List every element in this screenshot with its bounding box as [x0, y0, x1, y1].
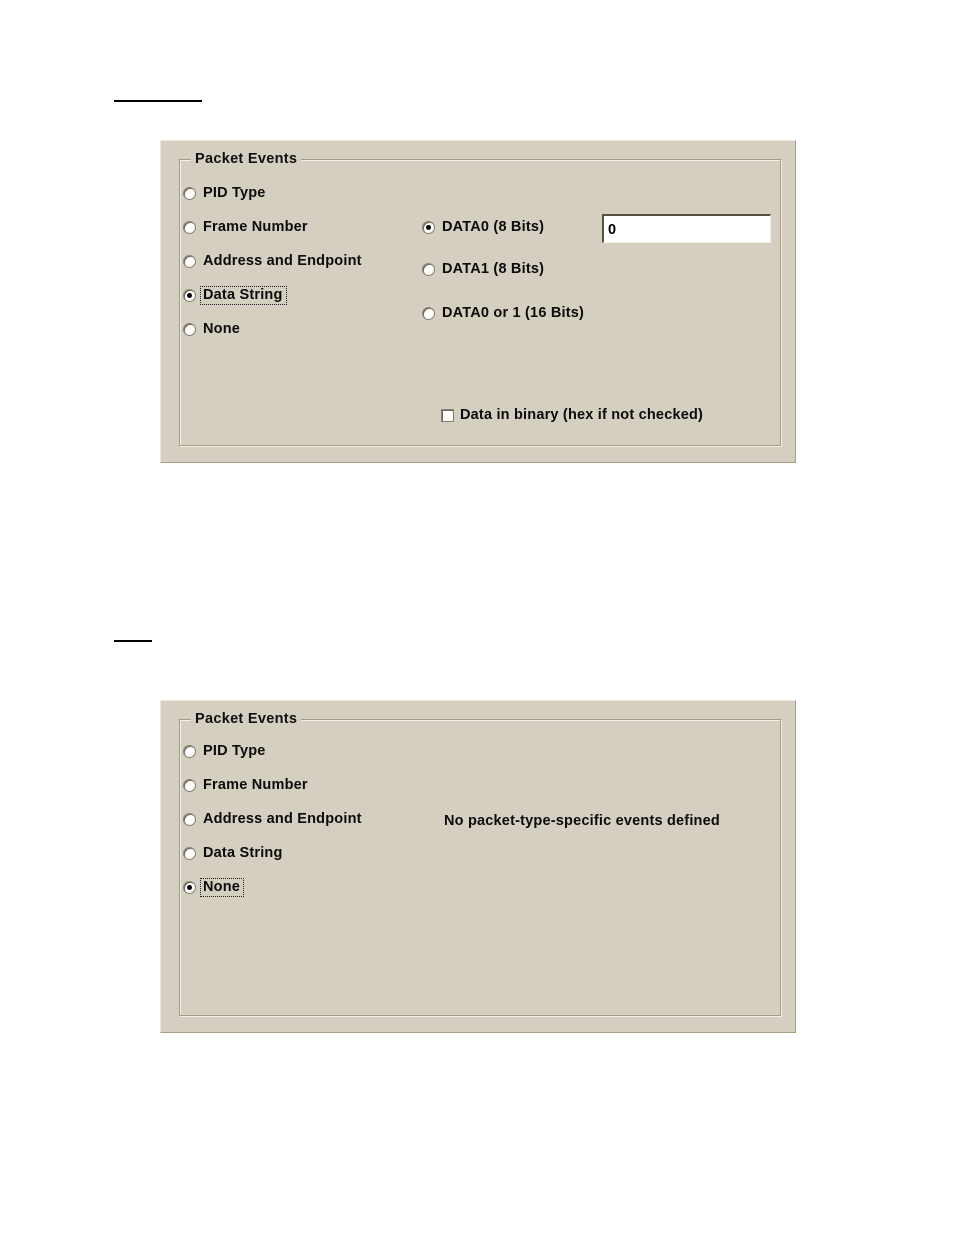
radio-indicator-data0-or-1-16-bits[interactable] — [422, 307, 435, 321]
radio-label-data0-or-1-16-bits: DATA0 or 1 (16 Bits) — [442, 305, 585, 321]
radio-label-data1-8-bits: DATA1 (8 Bits) — [442, 261, 545, 277]
rule-top — [114, 100, 202, 102]
radio-indicator-data1-8-bits[interactable] — [422, 263, 435, 277]
radio-label-none: None — [203, 321, 241, 337]
radio-indicator-frame-number[interactable] — [183, 221, 196, 235]
radio-label-pid-type-2: PID Type — [203, 743, 266, 759]
radio-frame-number[interactable]: Frame Number — [183, 219, 311, 236]
radio-none-2[interactable]: None — [183, 877, 245, 898]
radio-indicator-data-string-2[interactable] — [183, 847, 196, 861]
checkbox-label-data-in-binary: Data in binary (hex if not checked) — [460, 407, 704, 423]
packet-events-groupbox-caption-2: Packet Events — [191, 711, 302, 727]
radio-indicator-address-and-endpoint-2[interactable] — [183, 813, 196, 827]
packet-events-groupbox-2: Packet Events — [179, 711, 781, 1016]
radio-data1-8-bits[interactable]: DATA1 (8 Bits) — [422, 261, 547, 278]
radio-address-and-endpoint-2[interactable]: Address and Endpoint — [183, 811, 365, 828]
radio-label-address-and-endpoint: Address and Endpoint — [203, 253, 362, 269]
checkbox-indicator-data-in-binary[interactable] — [441, 409, 454, 423]
radio-indicator-data0-8-bits[interactable] — [422, 221, 435, 235]
radio-label-data-string-2: Data String — [203, 845, 283, 861]
radio-label-data-string: Data String — [200, 285, 287, 306]
radio-indicator-frame-number-2[interactable] — [183, 779, 196, 793]
data-value-input[interactable] — [602, 214, 771, 243]
packet-events-dialog-data-string: Packet Events PID Type Frame Number Addr… — [160, 140, 796, 463]
radio-data-string-2[interactable]: Data String — [183, 845, 286, 862]
radio-pid-type-2[interactable]: PID Type — [183, 743, 269, 760]
radio-data-string[interactable]: Data String — [183, 285, 287, 306]
radio-indicator-none-2[interactable] — [183, 881, 196, 895]
radio-address-and-endpoint[interactable]: Address and Endpoint — [183, 253, 365, 270]
radio-label-frame-number: Frame Number — [203, 219, 308, 235]
radio-indicator-none[interactable] — [183, 323, 196, 337]
no-events-info-text: No packet-type-specific events defined — [444, 813, 720, 829]
radio-indicator-pid-type-2[interactable] — [183, 745, 196, 759]
radio-data0-or-1-16-bits[interactable]: DATA0 or 1 (16 Bits) — [422, 305, 587, 322]
radio-data0-8-bits[interactable]: DATA0 (8 Bits) — [422, 219, 547, 236]
rule-middle — [114, 640, 152, 642]
radio-indicator-address-and-endpoint[interactable] — [183, 255, 196, 269]
radio-pid-type[interactable]: PID Type — [183, 185, 269, 202]
radio-indicator-data-string[interactable] — [183, 289, 196, 303]
radio-label-frame-number-2: Frame Number — [203, 777, 308, 793]
radio-label-address-and-endpoint-2: Address and Endpoint — [203, 811, 362, 827]
packet-events-dialog-none: Packet Events PID Type Frame Number Addr… — [160, 700, 796, 1033]
packet-events-groupbox-caption: Packet Events — [191, 151, 302, 167]
checkbox-data-in-binary[interactable]: Data in binary (hex if not checked) — [441, 407, 704, 423]
radio-label-pid-type: PID Type — [203, 185, 266, 201]
radio-label-data0-8-bits: DATA0 (8 Bits) — [442, 219, 545, 235]
radio-frame-number-2[interactable]: Frame Number — [183, 777, 311, 794]
radio-none[interactable]: None — [183, 321, 243, 338]
radio-label-none-2: None — [199, 877, 245, 898]
radio-indicator-pid-type[interactable] — [183, 187, 196, 201]
